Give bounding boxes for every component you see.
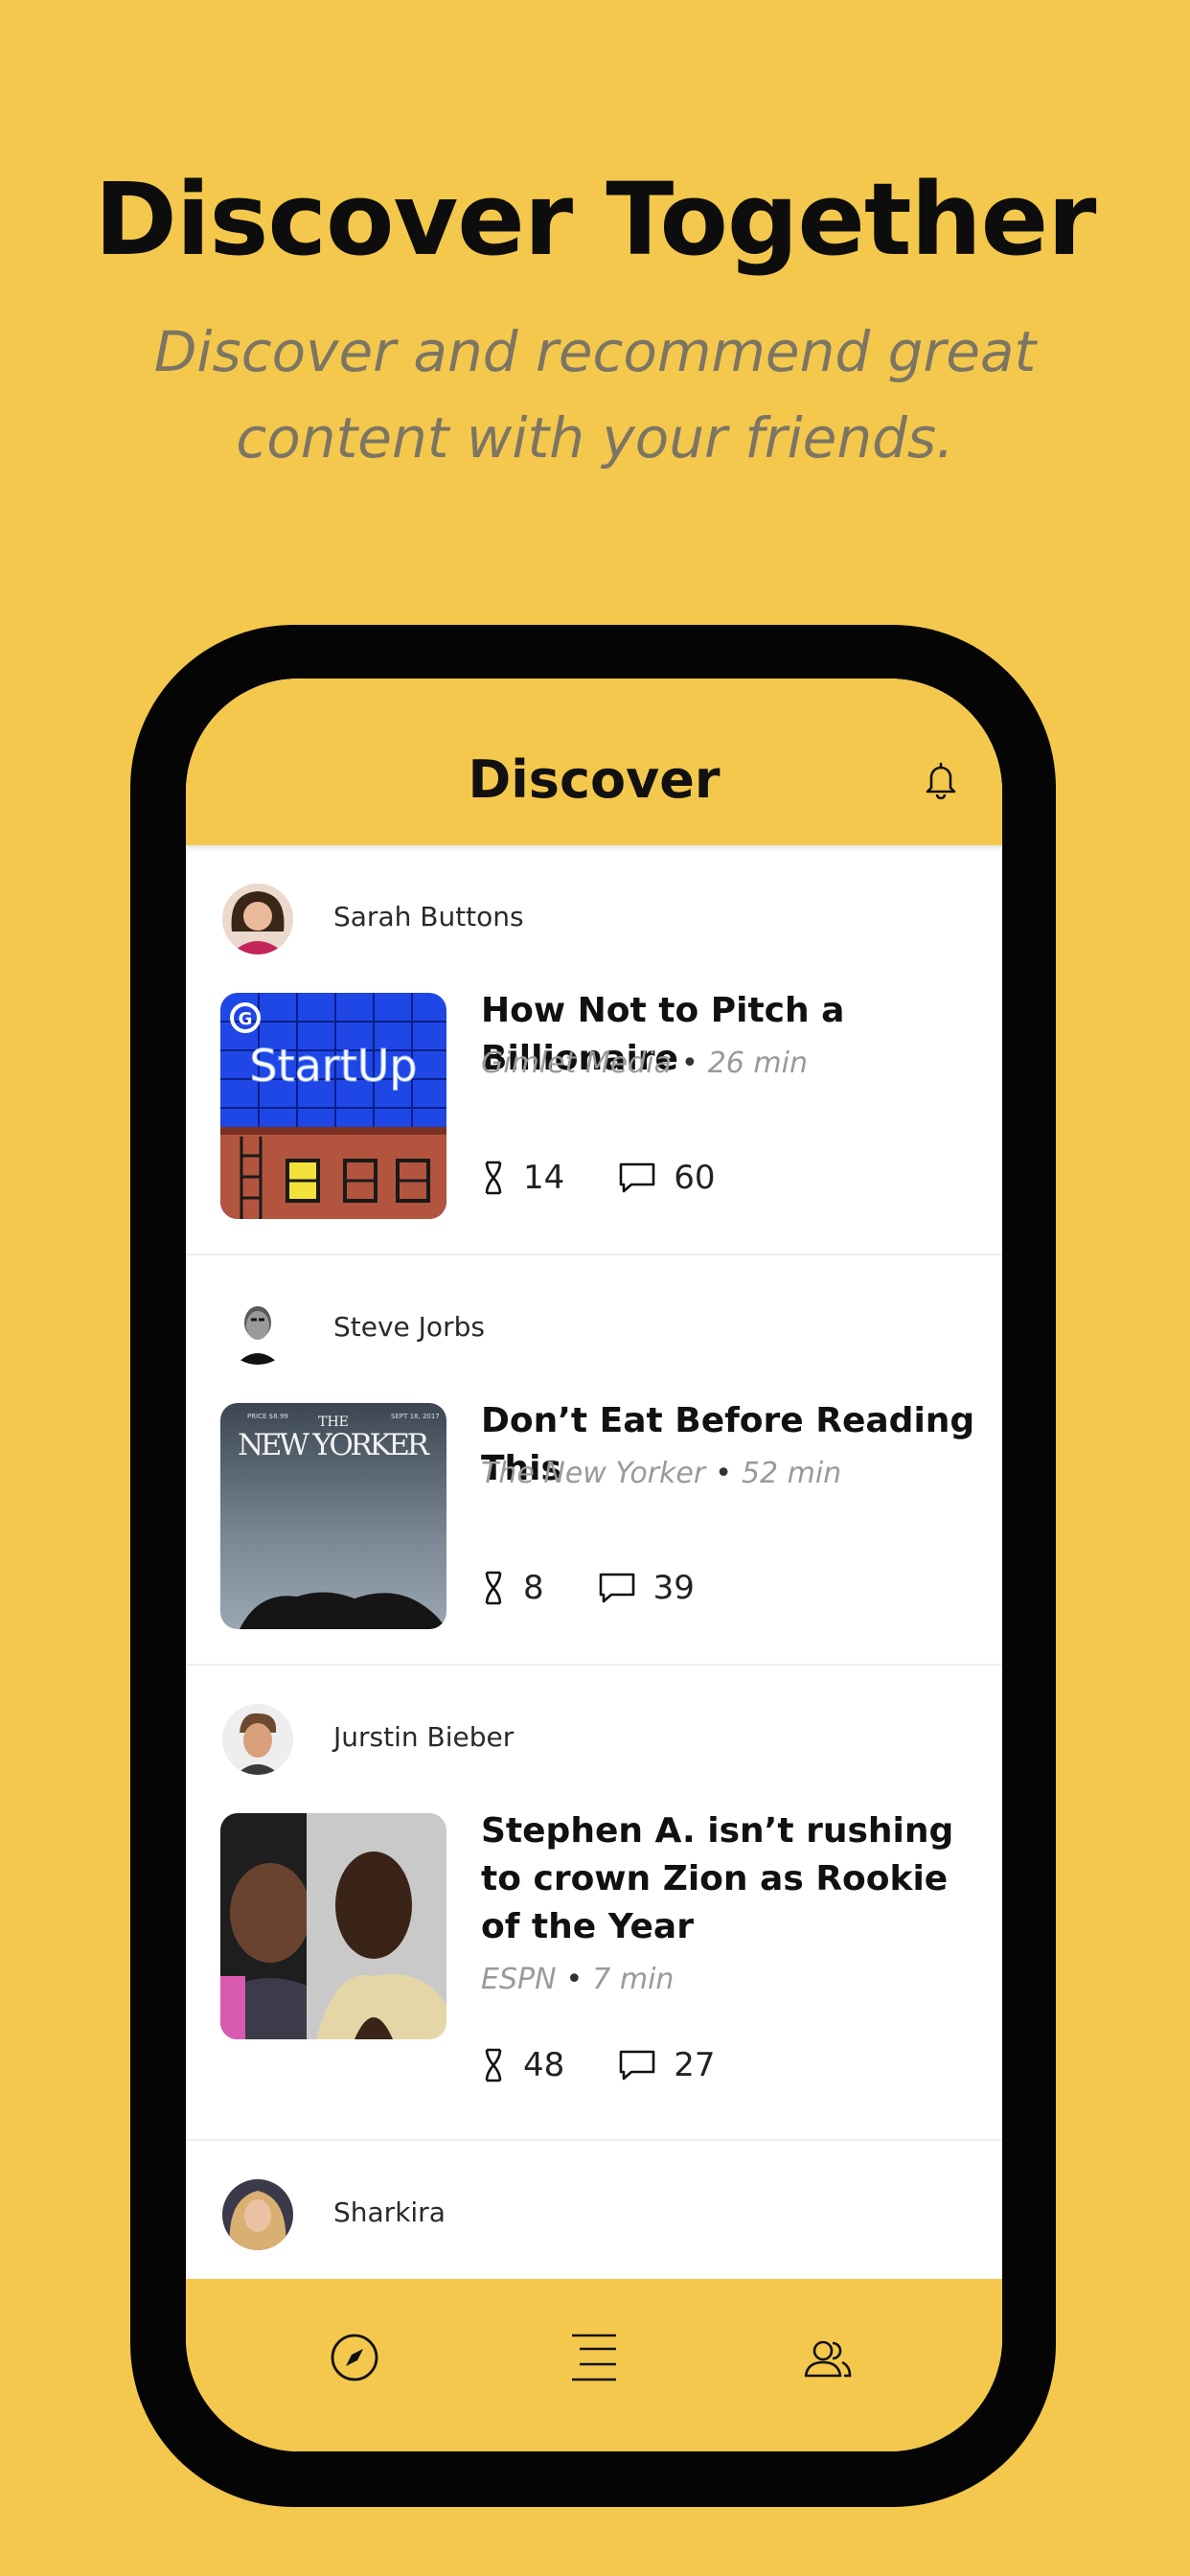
user-name[interactable]: Sarah Buttons [333,901,524,932]
friends-icon [804,2340,852,2378]
promo-subline: Discover and recommend great content wit… [0,309,1190,481]
app-screen: Discover Sarah Buttons G StartUp How Not… [186,678,1002,2451]
avatar[interactable] [222,2179,293,2250]
content-duration: 7 min [592,1963,675,1996]
promo-subline-line-1: Discover and recommend great [153,319,1037,384]
recommend-button[interactable]: 8 [481,1569,544,1607]
user-name[interactable]: Sharkira [333,2196,446,2228]
content-stats: 48 27 [481,2041,769,2089]
content-duration: 26 min [707,1046,808,1080]
svg-text:G: G [239,1009,253,1029]
avatar[interactable] [222,884,293,954]
content-feed: Sarah Buttons G StartUp How Not to Pitch… [186,845,1002,2304]
thumbnail-title: NEW YORKER [238,1428,431,1462]
tab-discover[interactable] [326,2329,383,2386]
feed-card[interactable]: Steve Jorbs PRICE $8.99 SEPT 18, 2017 TH… [186,1255,1002,1666]
avatar[interactable] [222,1704,293,1775]
tab-feed[interactable] [565,2329,623,2386]
thumbnail-title: StartUp [249,1040,417,1092]
list-icon [572,2334,616,2381]
comment-icon [619,1162,655,1193]
content-thumbnail[interactable] [220,1813,446,2039]
user-name[interactable]: Steve Jorbs [333,1311,485,1343]
content-source: Gimlet Media [481,1046,672,1080]
comment-button[interactable]: 27 [618,2046,716,2084]
recommend-count: 48 [523,2046,565,2084]
feed-card[interactable]: Sarah Buttons G StartUp How Not to Pitch… [186,845,1002,1255]
compass-icon [331,2334,378,2381]
comment-count: 39 [652,1569,695,1607]
top-bar: Discover [186,678,1002,845]
content-duration: 52 min [741,1457,842,1490]
recommend-count: 14 [523,1159,565,1197]
svg-text:SEPT 18, 2017: SEPT 18, 2017 [391,1413,440,1420]
feed-card[interactable]: Jurstin Bieber Stephen A. isn’t rushing … [186,1666,1002,2141]
phone-frame: Discover Sarah Buttons G StartUp How Not… [130,625,1056,2507]
comment-button[interactable]: 60 [618,1159,716,1197]
tab-friends[interactable] [799,2329,857,2386]
comment-count: 27 [674,2046,716,2084]
user-name[interactable]: Jurstin Bieber [333,1721,514,1753]
promo-headline: Discover Together [94,161,1097,278]
content-meta: Gimlet Media • 26 min [481,1046,808,1080]
promo-subline-line-2: content with your friends. [236,405,954,471]
bottom-tab-bar [186,2279,1002,2451]
svg-text:PRICE $8.99: PRICE $8.99 [247,1413,288,1420]
comment-button[interactable]: 39 [598,1569,695,1607]
content-stats: 8 39 [481,1564,748,1612]
avatar[interactable] [222,1294,293,1365]
comment-icon [619,2050,655,2081]
comment-icon [599,1573,634,1603]
content-source: ESPN [481,1963,557,1996]
recommend-button[interactable]: 48 [481,2046,564,2084]
content-stats: 14 60 [481,1154,769,1202]
recommend-count: 8 [523,1569,544,1607]
recommend-icon [485,1161,502,1195]
content-meta: The New Yorker • 52 min [481,1457,842,1490]
recommend-icon [485,1571,502,1605]
content-thumbnail[interactable]: PRICE $8.99 SEPT 18, 2017 THE NEW YORKER [220,1403,446,1629]
content-title[interactable]: Stephen A. isn’t rushing to crown Zion a… [481,1807,979,1951]
content-thumbnail[interactable]: G StartUp [220,993,446,1219]
recommend-icon [485,2048,502,2082]
comment-count: 60 [674,1159,716,1197]
content-meta: ESPN • 7 min [481,1963,675,1996]
content-source: The New Yorker [481,1457,706,1490]
page-title: Discover [468,749,721,810]
bell-icon[interactable] [924,761,958,800]
recommend-button[interactable]: 14 [481,1159,564,1197]
